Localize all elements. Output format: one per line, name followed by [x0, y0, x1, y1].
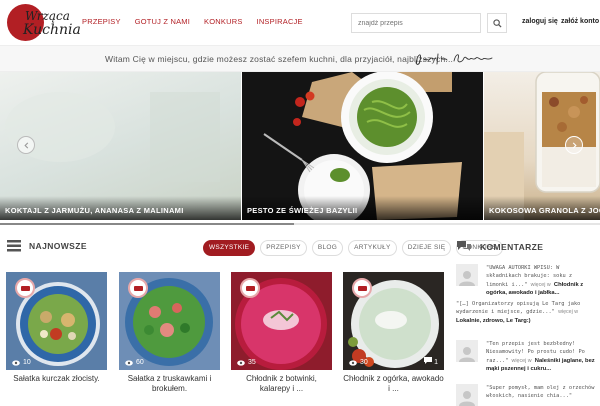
slide-item[interactable]: PESTO ZE ŚWIEŻEJ BAZYLII: [242, 72, 483, 220]
user-icon: [459, 347, 475, 362]
welcome-bar: Witam Cię w miejscu, gdzie możesz zostać…: [0, 45, 600, 72]
recipe-type-badge: [240, 278, 260, 298]
view-count: 35: [237, 359, 256, 366]
register-link[interactable]: załóż konto: [561, 18, 599, 25]
chat-bubbles-icon: [457, 241, 471, 251]
login-link[interactable]: zaloguj się: [522, 18, 558, 25]
comment-count: 1: [424, 357, 438, 366]
comment-text: "[…] Organizatorzy opisują Le Targ jako …: [456, 300, 596, 325]
view-count-value: 10: [23, 359, 31, 366]
comment-text: "Super pomysł, mam olej z orzechów włosk…: [486, 384, 596, 401]
view-count: 30: [349, 359, 368, 366]
search-input[interactable]: [351, 13, 481, 33]
recipe-card-image: 30 1: [343, 272, 444, 370]
view-count: 10: [12, 359, 31, 366]
comment-more-label: więcej w: [558, 309, 579, 316]
recipe-type-badge: [15, 278, 35, 298]
recipe-card-image: 60: [119, 272, 220, 370]
avatar: [456, 340, 478, 362]
filter-events[interactable]: DZIEJE SIĘ: [401, 240, 452, 256]
filter-all[interactable]: WSZYSTKIE: [203, 240, 256, 256]
newest-title: NAJNOWSZE: [29, 241, 87, 251]
logo-line-2: Kuchnia: [23, 22, 81, 38]
slider-prev-button[interactable]: [17, 136, 35, 154]
nav-item-gotuj-z-nami[interactable]: GOTUJ Z NAMI: [135, 17, 190, 26]
comment-icon: [424, 357, 433, 364]
recipe-type-badge: [352, 278, 372, 298]
slide-caption: KOKTAJL Z JARMUŻU, ANANASA Z MALINAMI: [0, 196, 241, 220]
welcome-text: Witam Cię w miejscu, gdzie możesz zostać…: [105, 54, 454, 64]
recipe-card-image: 10: [6, 272, 107, 370]
user-icon: [459, 271, 475, 286]
site-logo[interactable]: Wrząca Kuchnia: [7, 4, 81, 42]
recipe-card-title[interactable]: Sałatka z truskawkami i brokułem.: [119, 374, 220, 394]
comment-more-label: więcej w: [511, 357, 532, 364]
eye-icon: [237, 359, 245, 366]
comment-post-link[interactable]: Lokalnie, zdrowo, Le Targ:): [456, 318, 531, 324]
nav-item-przepisy[interactable]: PRZEPISY: [82, 17, 121, 26]
main-nav: PRZEPISY GOTUJ Z NAMI KONKURS INSPIRACJE: [82, 17, 303, 26]
featured-slider: KOKTAJL Z JARMUŻU, ANANASA Z MALINAMI PE…: [0, 72, 600, 220]
slider-progress[interactable]: [0, 221, 600, 227]
slide-caption-text: PESTO ZE ŚWIEŻEJ BAZYLII: [247, 206, 358, 215]
recipe-card-title[interactable]: Chłodnik z ogórka, awokado i ...: [343, 374, 444, 394]
logo-line-1: Wrząca: [25, 9, 70, 23]
recipe-type-badge: [128, 278, 148, 298]
comment-text: "Ten przepis jest bezbłedny! Niesamowity…: [486, 340, 596, 373]
comment-more-label: więcej w: [530, 281, 551, 288]
recipe-card[interactable]: 35 Chłodnik z botwinki, kalarepy i ...: [231, 272, 332, 394]
search-icon: [492, 18, 502, 28]
list-icon: [7, 240, 21, 252]
recipe-card-title[interactable]: Sałatka kurczak złocisty.: [6, 374, 107, 384]
eye-icon: [349, 359, 357, 366]
avatar: [456, 264, 478, 286]
slide-caption-text: KOKTAJL Z JARMUŻU, ANANASA Z MALINAMI: [5, 206, 184, 215]
eye-icon: [125, 359, 133, 366]
slider-next-button[interactable]: [565, 136, 583, 154]
view-count-value: 35: [248, 359, 256, 366]
avatar: [456, 384, 478, 406]
comments-header: KOMENTARZE: [456, 240, 543, 253]
eye-icon: [12, 359, 20, 366]
filter-recipes[interactable]: PRZEPISY: [260, 240, 307, 256]
filter-blog[interactable]: BLOG: [311, 240, 344, 256]
user-icon: [459, 391, 475, 406]
view-count-value: 30: [360, 359, 368, 366]
slide-caption: KOKOSOWA GRANOLA Z JOGURTEM: [484, 196, 600, 220]
chevron-left-icon: [23, 141, 28, 149]
comment-quote: "Super pomysł, mam olej z orzechów włosk…: [486, 385, 595, 400]
recipe-card-image: 35: [231, 272, 332, 370]
signature-image: [415, 53, 493, 65]
newest-header: NAJNOWSZE: [7, 240, 87, 252]
search-button[interactable]: [487, 13, 507, 33]
comments-title: KOMENTARZE: [480, 241, 544, 252]
site-header: Wrząca Kuchnia PRZEPISY GOTUJ Z NAMI KON…: [0, 0, 600, 45]
view-count-value: 60: [136, 359, 144, 366]
slide-caption: PESTO ZE ŚWIEŻEJ BAZYLII: [242, 196, 483, 220]
slider-progress-fill: [0, 223, 294, 225]
recipe-card[interactable]: 60 Sałatka z truskawkami i brokułem.: [119, 272, 220, 394]
comment-count-value: 1: [434, 359, 438, 366]
slide-caption-text: KOKOSOWA GRANOLA Z JOGURTEM: [489, 206, 600, 215]
recipe-card[interactable]: 30 1 Chłodnik z ogórka, awokado i ...: [343, 272, 444, 394]
comment-text: "UWAGA AUTORKI WPISU: W składnikach brak…: [486, 264, 596, 297]
chevron-right-icon: [572, 141, 577, 149]
slide-item[interactable]: KOKTAJL Z JARMUŻU, ANANASA Z MALINAMI: [0, 72, 241, 220]
recipe-card[interactable]: 10 Sałatka kurczak złocisty.: [6, 272, 107, 384]
recipe-card-title[interactable]: Chłodnik z botwinki, kalarepy i ...: [231, 374, 332, 394]
nav-item-inspiracje[interactable]: INSPIRACJE: [257, 17, 303, 26]
nav-item-konkurs[interactable]: KONKURS: [204, 17, 243, 26]
view-count: 60: [125, 359, 144, 366]
filter-articles[interactable]: ARTYKUŁY: [348, 240, 397, 256]
